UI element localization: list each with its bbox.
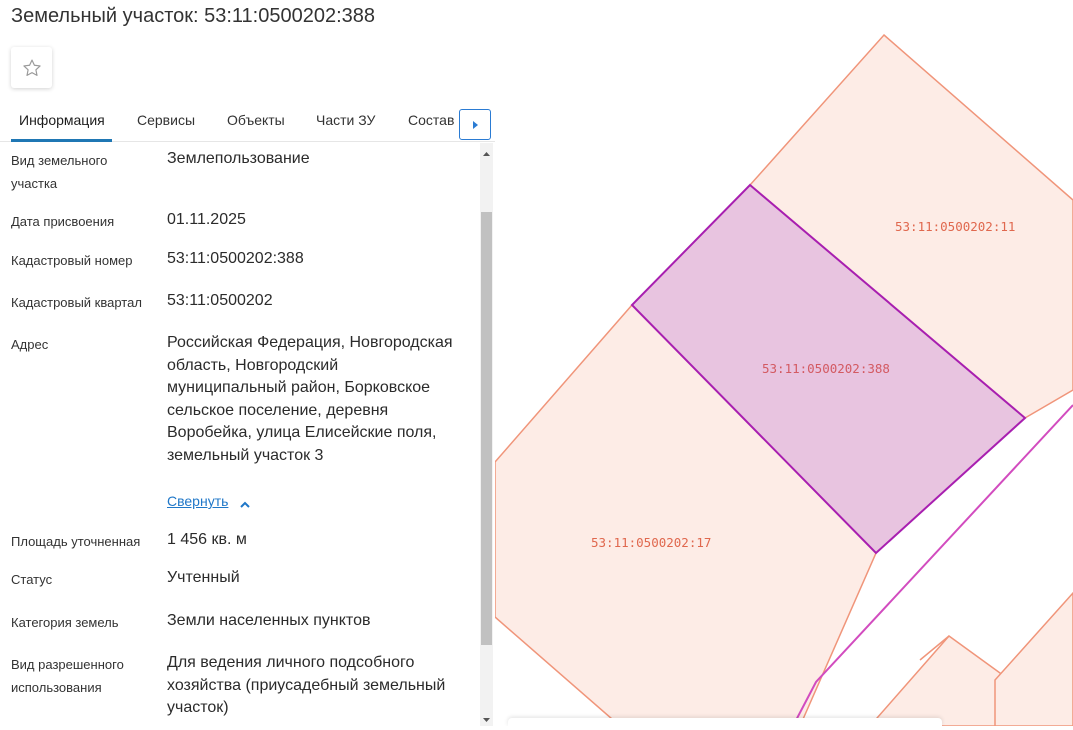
map-bottom-panel[interactable]	[508, 718, 942, 726]
tab-parcel-parts[interactable]: Части ЗУ	[316, 112, 375, 128]
tab-information[interactable]: Информация	[19, 112, 105, 128]
field-value-land-type: Землепользование	[167, 150, 310, 167]
field-value-status: Учтенный	[167, 569, 240, 586]
favorite-button[interactable]	[11, 47, 52, 88]
parcel-far-right[interactable]	[994, 591, 1073, 726]
info-content: Вид земельного участка Землепользование …	[0, 143, 495, 726]
page-title: Земельный участок: 53:11:0500202:388	[11, 5, 376, 27]
scroll-up-icon[interactable]	[481, 146, 492, 156]
tab-bar: Информация Сервисы Объекты Части ЗУ Сост…	[0, 104, 495, 142]
field-label-cadastral-number: Кадастровый номер	[11, 253, 133, 268]
collapse-address-link[interactable]: Свернуть	[167, 493, 228, 509]
tab-services[interactable]: Сервисы	[137, 112, 195, 128]
field-value-permitted-use: Для ведения личного подсобного хозяйства…	[167, 654, 446, 716]
field-label-address: Адрес	[11, 337, 49, 352]
parcel-label-17: 53:11:0500202:17	[591, 535, 711, 550]
tab-objects[interactable]: Объекты	[227, 112, 285, 128]
tab-composition[interactable]: Состав	[408, 112, 454, 128]
field-label-land-category: Категория земель	[11, 615, 119, 630]
field-value-assigned-date: 01.11.2025	[167, 211, 246, 228]
parcel-label-388: 53:11:0500202:388	[762, 361, 890, 376]
parcel-label-11: 53:11:0500202:11	[895, 219, 1015, 234]
field-label-permitted-use: Вид разрешенного использования	[11, 657, 124, 695]
active-tab-indicator	[11, 139, 112, 142]
field-value-land-category: Земли населенных пунктов	[167, 612, 371, 629]
scroll-down-icon[interactable]	[481, 712, 492, 722]
field-value-area: 1 456 кв. м	[167, 531, 247, 548]
map-view[interactable]: 53:11:0500202:11 53:11:0500202:388 53:11…	[495, 0, 1073, 726]
field-label-status: Статус	[11, 572, 53, 587]
field-label-assigned-date: Дата присвоения	[11, 214, 115, 229]
field-label-land-type: Вид земельного участка	[11, 153, 108, 191]
info-panel: Земельный участок: 53:11:0500202:388 Инф…	[0, 0, 495, 726]
field-label-area: Площадь уточненная	[11, 534, 141, 549]
chevron-up-icon[interactable]	[239, 496, 251, 514]
field-value-cadastral-quarter: 53:11:0500202	[167, 292, 273, 309]
caret-right-icon	[473, 120, 478, 129]
field-label-cadastral-quarter: Кадастровый квартал	[11, 295, 142, 310]
field-value-cadastral-number: 53:11:0500202:388	[167, 250, 304, 267]
tabs-next-button[interactable]	[459, 109, 491, 140]
field-value-address: Российская Федерация, Новгородская облас…	[167, 334, 453, 464]
scrollbar-thumb[interactable]	[481, 212, 492, 645]
star-outline-icon	[22, 59, 41, 76]
